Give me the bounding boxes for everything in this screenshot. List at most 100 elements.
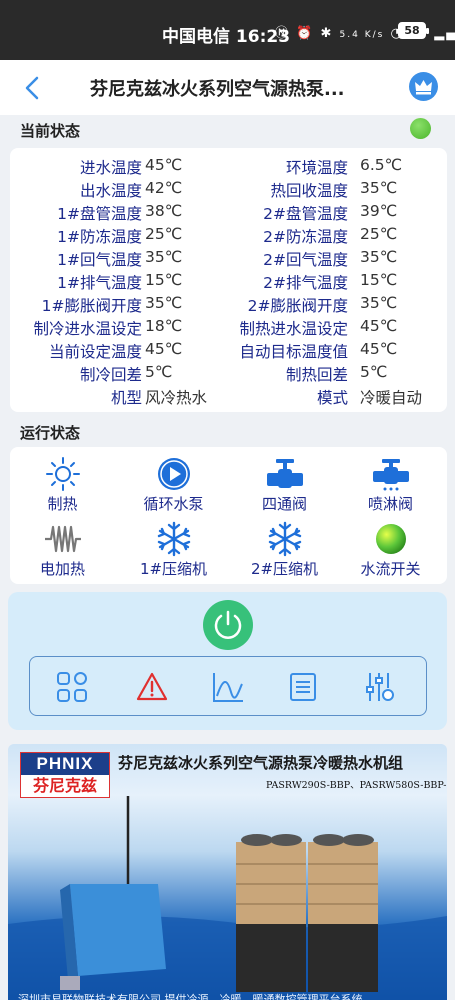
param-label: 制热回差: [285, 366, 348, 384]
current-status-heading: 当前状态: [20, 122, 81, 140]
param-row: 1#盘管温度 38℃ 2#盘管温度 39℃: [10, 202, 447, 225]
run-status-label: 制热: [47, 495, 78, 513]
crown-icon[interactable]: [409, 72, 438, 101]
param-row: 制冷回差 5℃ 制热回差 5℃: [10, 363, 447, 386]
run-status-item: 循环水泵: [121, 456, 226, 514]
page-title: 芬尼克兹冰火系列空气源热泵...: [90, 79, 345, 100]
param-label: 制冷进水温设定: [33, 320, 142, 338]
param-row: 出水温度 42℃ 热回收温度 35℃: [10, 179, 447, 202]
param-value: 15℃: [145, 271, 183, 289]
param-label: 自动目标温度值: [239, 343, 348, 361]
brand-logo: PHNIX 芬尼克兹: [20, 752, 110, 798]
run-status-item: 水流开关: [338, 521, 443, 579]
param-label: 制冷回差: [79, 366, 142, 384]
param-label: 1#防冻温度: [57, 228, 142, 246]
product-banner: PHNIX 芬尼克兹 芬尼克兹冰火系列空气源热泵冷暖热水机组 PASRW290S…: [8, 744, 447, 1000]
param-row: 机型 风冷热水 模式 冷暖自动: [10, 386, 447, 409]
carrier-time: 中国电信 16:23: [162, 27, 291, 47]
param-label: 2#排气温度: [263, 274, 348, 292]
param-label: 1#排气温度: [57, 274, 142, 292]
param-value: 35℃: [360, 294, 398, 312]
run-status-label: 水流开关: [360, 560, 421, 578]
param-label: 2#防冻温度: [263, 228, 348, 246]
param-label: 进水温度: [79, 159, 142, 177]
run-status-label: 2#压缩机: [250, 560, 319, 578]
nfc-icon: Ⓝ: [275, 26, 291, 41]
param-value: 45℃: [360, 340, 398, 358]
param-value: 冷暖自动: [360, 389, 423, 407]
banner-footer: 深圳市易联物联技术有限公司 提供冷源、冷暖、暖通数控管理平台系统: [18, 993, 363, 1000]
param-value: 18℃: [145, 317, 183, 335]
signal-icon: ▂▄▆: [434, 26, 455, 41]
back-icon[interactable]: [18, 73, 48, 103]
param-label: 热回收温度: [270, 182, 348, 200]
param-value: 25℃: [360, 225, 398, 243]
param-value: 38℃: [145, 202, 183, 220]
param-label: 制热进水温设定: [239, 320, 348, 338]
run-status-label: 1#压缩机: [139, 560, 208, 578]
param-value: 35℃: [145, 294, 183, 312]
grid-icon[interactable]: [55, 670, 89, 704]
param-label: 环境温度: [285, 159, 348, 177]
param-row: 当前设定温度 45℃ 自动目标温度值 45℃: [10, 340, 447, 363]
run-status-label: 电加热: [39, 560, 85, 578]
run-status-item: 喷淋阀: [338, 456, 443, 514]
green-ball-icon: [371, 521, 411, 557]
power-button[interactable]: [203, 600, 253, 650]
param-value: 35℃: [360, 248, 398, 266]
power-icon: [214, 610, 242, 639]
run-status-item: 2#压缩机: [232, 521, 337, 579]
param-value: 45℃: [145, 340, 183, 358]
param-value: 6.5℃: [360, 156, 403, 174]
alarm-warning-icon[interactable]: [135, 670, 169, 704]
battery-icon: 58: [398, 22, 429, 39]
param-value: 25℃: [145, 225, 183, 243]
system-status-bar: 中国电信 16:23 Ⓝ ⏰ ✱ 5.4 K/s ◔ 5G ▂▄▆ 58: [0, 0, 455, 60]
run-status-item: 制热: [10, 456, 115, 514]
bluetooth-icon: ✱: [320, 26, 334, 41]
heater-coil-icon: [43, 521, 83, 557]
param-row: 1#膨胀阀开度 35℃ 2#膨胀阀开度 35℃: [10, 294, 447, 317]
settings-sliders-icon[interactable]: [363, 670, 397, 704]
run-status-item: 电加热: [10, 521, 115, 579]
net-speed: 5.4 K/s: [339, 30, 385, 40]
param-value: 15℃: [360, 271, 398, 289]
param-row: 制冷进水温设定 18℃ 制热进水温设定 45℃: [10, 317, 447, 340]
valve-icon: [265, 456, 305, 492]
run-status-card: 制热 循环水泵 四通阀 喷淋阀电加热 1#压缩机 2#压缩机 水流开关: [10, 447, 447, 584]
sprinkler-valve-icon: [371, 456, 411, 492]
param-label: 出水温度: [79, 182, 142, 200]
param-value: 35℃: [145, 248, 183, 266]
param-value: 45℃: [360, 317, 398, 335]
run-status-item: 1#压缩机: [121, 521, 226, 579]
run-status-item: 四通阀: [232, 456, 337, 514]
snowflake-icon: [154, 521, 194, 557]
param-label: 1#膨胀阀开度: [41, 297, 142, 315]
control-panel: [8, 592, 447, 730]
param-row: 1#回气温度 35℃ 2#回气温度 35℃: [10, 248, 447, 271]
online-status-indicator: [410, 118, 431, 139]
param-value: 45℃: [145, 156, 183, 174]
param-value: 42℃: [145, 179, 183, 197]
run-status-label: 循环水泵: [143, 495, 204, 513]
param-label: 当前设定温度: [48, 343, 142, 361]
param-label: 1#盘管温度: [57, 205, 142, 223]
param-label: 2#盘管温度: [263, 205, 348, 223]
param-label: 2#膨胀阀开度: [247, 297, 348, 315]
param-row: 1#防冻温度 25℃ 2#防冻温度 25℃: [10, 225, 447, 248]
snowflake-icon: [265, 521, 305, 557]
param-label: 机型: [110, 389, 142, 407]
chart-line-icon[interactable]: [211, 670, 245, 704]
param-value: 风冷热水: [145, 389, 208, 407]
param-value: 39℃: [360, 202, 398, 220]
param-label: 模式: [316, 389, 348, 407]
param-value: 35℃: [360, 179, 398, 197]
list-icon[interactable]: [286, 670, 320, 704]
app-header: 芬尼克兹冰火系列空气源热泵...: [0, 60, 455, 115]
banner-title: 芬尼克兹冰火系列空气源热泵冷暖热水机组: [118, 754, 404, 772]
banner-model: PASRW290S-BBP、PASRW580S-BBP-S1: [266, 780, 447, 791]
run-status-label: 喷淋阀: [367, 495, 413, 513]
run-status-label: 四通阀: [261, 495, 307, 513]
param-value: 5℃: [145, 363, 173, 381]
status-params-card: 进水温度 45℃ 环境温度 6.5℃ 出水温度 42℃ 热回收温度 35℃ 1#盘管温度 38℃ 2…: [10, 148, 447, 412]
